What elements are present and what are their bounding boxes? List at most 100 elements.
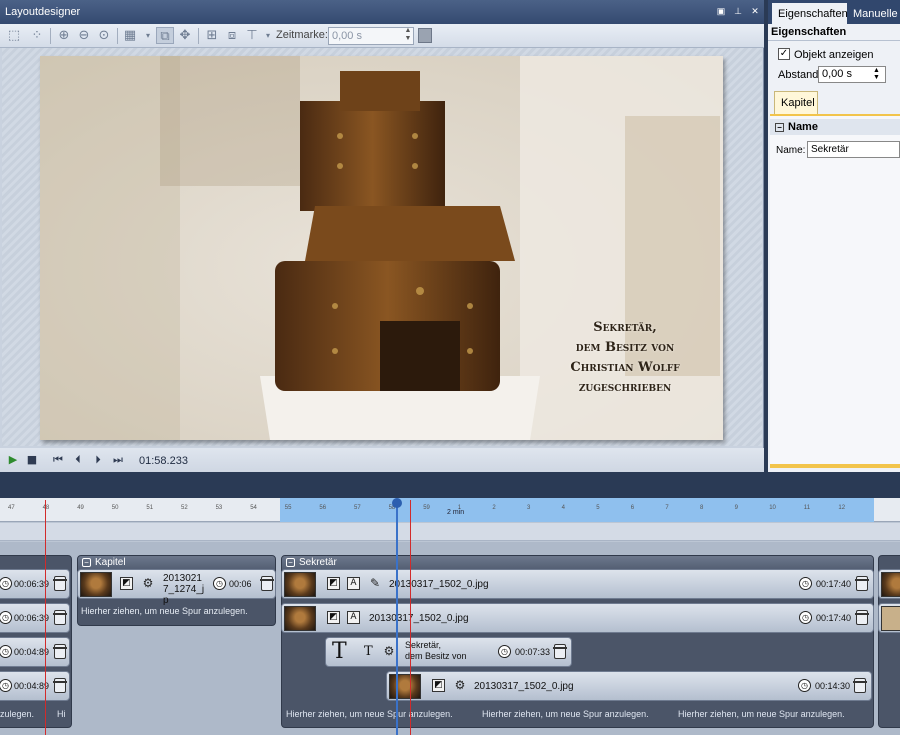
ruler-tick: 51 <box>146 505 154 511</box>
next-frame-icon[interactable]: ⏵ <box>90 452 106 468</box>
track-clip[interactable] <box>878 569 900 599</box>
clip-duration: 00:06 <box>229 579 252 589</box>
restore-icon[interactable]: ▣ <box>716 6 726 16</box>
effects-icon[interactable]: ⚙ <box>453 678 467 693</box>
image-settings-icon[interactable]: ◩ <box>120 577 133 590</box>
effects-icon[interactable]: ⚙ <box>382 644 396 659</box>
track-clip[interactable]: ◷ 00:04:89 <box>0 671 70 701</box>
collapse-icon[interactable]: − <box>82 557 91 567</box>
clip-filename: 20130317_1502_0.jpg <box>474 681 574 692</box>
ruler-tick: 5 <box>596 505 600 511</box>
drop-hint: Hierher ziehen, um neue Spur anzulegen. <box>482 709 649 719</box>
text-settings-icon[interactable]: T <box>364 644 373 659</box>
trash-icon[interactable] <box>53 576 67 591</box>
clock-icon: ◷ <box>799 577 812 590</box>
ruler-tick: 6 <box>630 505 635 511</box>
zoom-in-icon[interactable]: ⊕ <box>55 27 73 44</box>
show-object-label: Objekt anzeigen <box>794 49 874 61</box>
playhead[interactable] <box>396 500 398 735</box>
name-section-header[interactable]: − Name <box>770 119 900 135</box>
effects-icon[interactable]: ⚙ <box>141 576 155 591</box>
track-clip[interactable]: ◩ ⚙ 20130217_1274_jp ◷ 00:06 <box>77 569 276 606</box>
ruler-tick: 9 <box>734 505 738 511</box>
zoom-out-icon[interactable]: ⊖ <box>75 27 93 44</box>
caption-text[interactable]: Sekretär, dem Besitz von Christian Wolff… <box>545 318 705 398</box>
clock-icon: ◷ <box>799 611 812 624</box>
track-clip[interactable]: ◩ A 20130317_1502_0.jpg ◷ 00:17:40 <box>281 603 874 633</box>
tab-kapitel[interactable]: Kapitel <box>774 91 818 115</box>
trash-icon[interactable] <box>260 576 274 591</box>
chapter-header[interactable]: − Kapitel <box>78 556 275 570</box>
align-dropdown-icon[interactable]: ▾ <box>259 27 277 44</box>
playhead-handle[interactable] <box>392 498 402 508</box>
track-clip[interactable]: ◷ 00:06:39 <box>0 603 70 633</box>
skip-end-icon[interactable]: ⏭ <box>110 452 126 468</box>
multi-select-icon[interactable]: ⁘ <box>28 27 46 44</box>
image-settings-icon[interactable]: ◩ <box>432 679 445 692</box>
trash-icon[interactable] <box>855 576 869 591</box>
clip-filename: 20130217_1274_jp <box>163 573 205 606</box>
ruler-tick: 57 <box>354 505 361 511</box>
play-icon[interactable]: ▶ <box>5 452 21 468</box>
clip-duration: 00:06:39 <box>14 579 50 589</box>
group-icon[interactable]: ⧈ <box>223 27 241 44</box>
marker-line[interactable] <box>45 500 46 735</box>
save-icon[interactable] <box>418 28 432 43</box>
drop-hint: Hierher ziehen, um neue Spur anzulegen. <box>81 606 248 616</box>
grid-icon[interactable]: ▦ <box>121 27 139 44</box>
ruler-tick: 7 <box>665 505 669 511</box>
abstand-label: Abstand: <box>778 69 822 81</box>
trash-icon[interactable] <box>53 610 67 625</box>
zoom-fit-icon[interactable]: ⊙ <box>95 27 113 44</box>
zeitmarke-spinner[interactable]: ▲ ▼ <box>402 27 414 45</box>
grid-dropdown-icon[interactable]: ▾ <box>139 27 157 44</box>
ruler-tick: 2 <box>492 505 496 511</box>
collapse-icon[interactable]: − <box>775 123 784 132</box>
track-clip[interactable]: ◷ 00:04:89 <box>0 637 70 667</box>
track-clip[interactable]: ◷ 00:06:39 <box>0 569 70 599</box>
name-input[interactable]: Sekretär <box>807 141 900 158</box>
track-clip[interactable] <box>878 603 900 633</box>
marker-strip[interactable] <box>0 523 900 541</box>
caption-line: dem Besitz von <box>575 340 675 355</box>
tab-eigenschaften[interactable]: Eigenschaften <box>772 3 848 24</box>
collapse-icon[interactable]: − <box>286 557 295 567</box>
tab-manuelle-eingabe[interactable]: Manuelle Ei <box>853 8 900 20</box>
text-settings-icon[interactable]: A <box>347 611 360 624</box>
track-clip[interactable]: ◩ ⚙ 20130317_1502_0.jpg ◷ 00:14:30 <box>386 671 872 701</box>
text-clip-line: dem Besitz von <box>405 651 467 661</box>
abstand-spinner[interactable]: ▲ ▼ <box>873 67 880 81</box>
chapter-header[interactable]: − Sekretär <box>282 556 873 570</box>
caption-line: Christian Wolff <box>570 360 680 375</box>
trash-icon[interactable] <box>855 610 869 625</box>
text-clip[interactable]: T T ⚙ Sekretär, dem Besitz von ◷ 00:07:3… <box>325 637 572 667</box>
properties-heading: Eigenschaften <box>771 26 847 38</box>
image-settings-icon[interactable]: ◩ <box>327 577 340 590</box>
move-icon[interactable]: ✥ <box>176 27 194 44</box>
clip-filename: 20130317_1502_0.jpg <box>389 579 489 590</box>
close-icon[interactable]: ✕ <box>750 6 760 16</box>
snap-icon[interactable]: ⧉ <box>156 27 174 44</box>
prev-frame-icon[interactable]: ⏴ <box>70 452 86 468</box>
trash-icon[interactable] <box>553 644 567 659</box>
trash-icon[interactable] <box>53 678 67 693</box>
stop-icon[interactable]: ■ <box>24 452 40 468</box>
preview-canvas[interactable]: Sekretär, dem Besitz von Christian Wolff… <box>40 56 723 440</box>
trash-icon[interactable] <box>53 644 67 659</box>
clip-thumbnail <box>284 572 316 597</box>
divider <box>770 464 900 468</box>
text-settings-icon[interactable]: A <box>347 577 360 590</box>
trash-icon[interactable] <box>853 678 867 693</box>
ruler-selection[interactable] <box>280 498 874 522</box>
skip-start-icon[interactable]: ⏮ <box>50 452 66 468</box>
pin-icon[interactable]: ⊥ <box>733 6 743 16</box>
select-tool-icon[interactable]: ⬚ <box>5 27 23 44</box>
add-object-icon[interactable]: ⊞ <box>203 27 221 44</box>
brush-icon[interactable]: ✎ <box>368 576 382 591</box>
clock-icon: ◷ <box>498 645 511 658</box>
image-settings-icon[interactable]: ◩ <box>327 611 340 624</box>
track-clip[interactable]: ◩ A ✎ 20130317_1502_0.jpg ◷ 00:17:40 <box>281 569 874 599</box>
show-object-checkbox[interactable]: ✓ <box>778 48 790 60</box>
ruler-tick: 10 <box>769 505 776 511</box>
marker-line[interactable] <box>410 500 411 735</box>
